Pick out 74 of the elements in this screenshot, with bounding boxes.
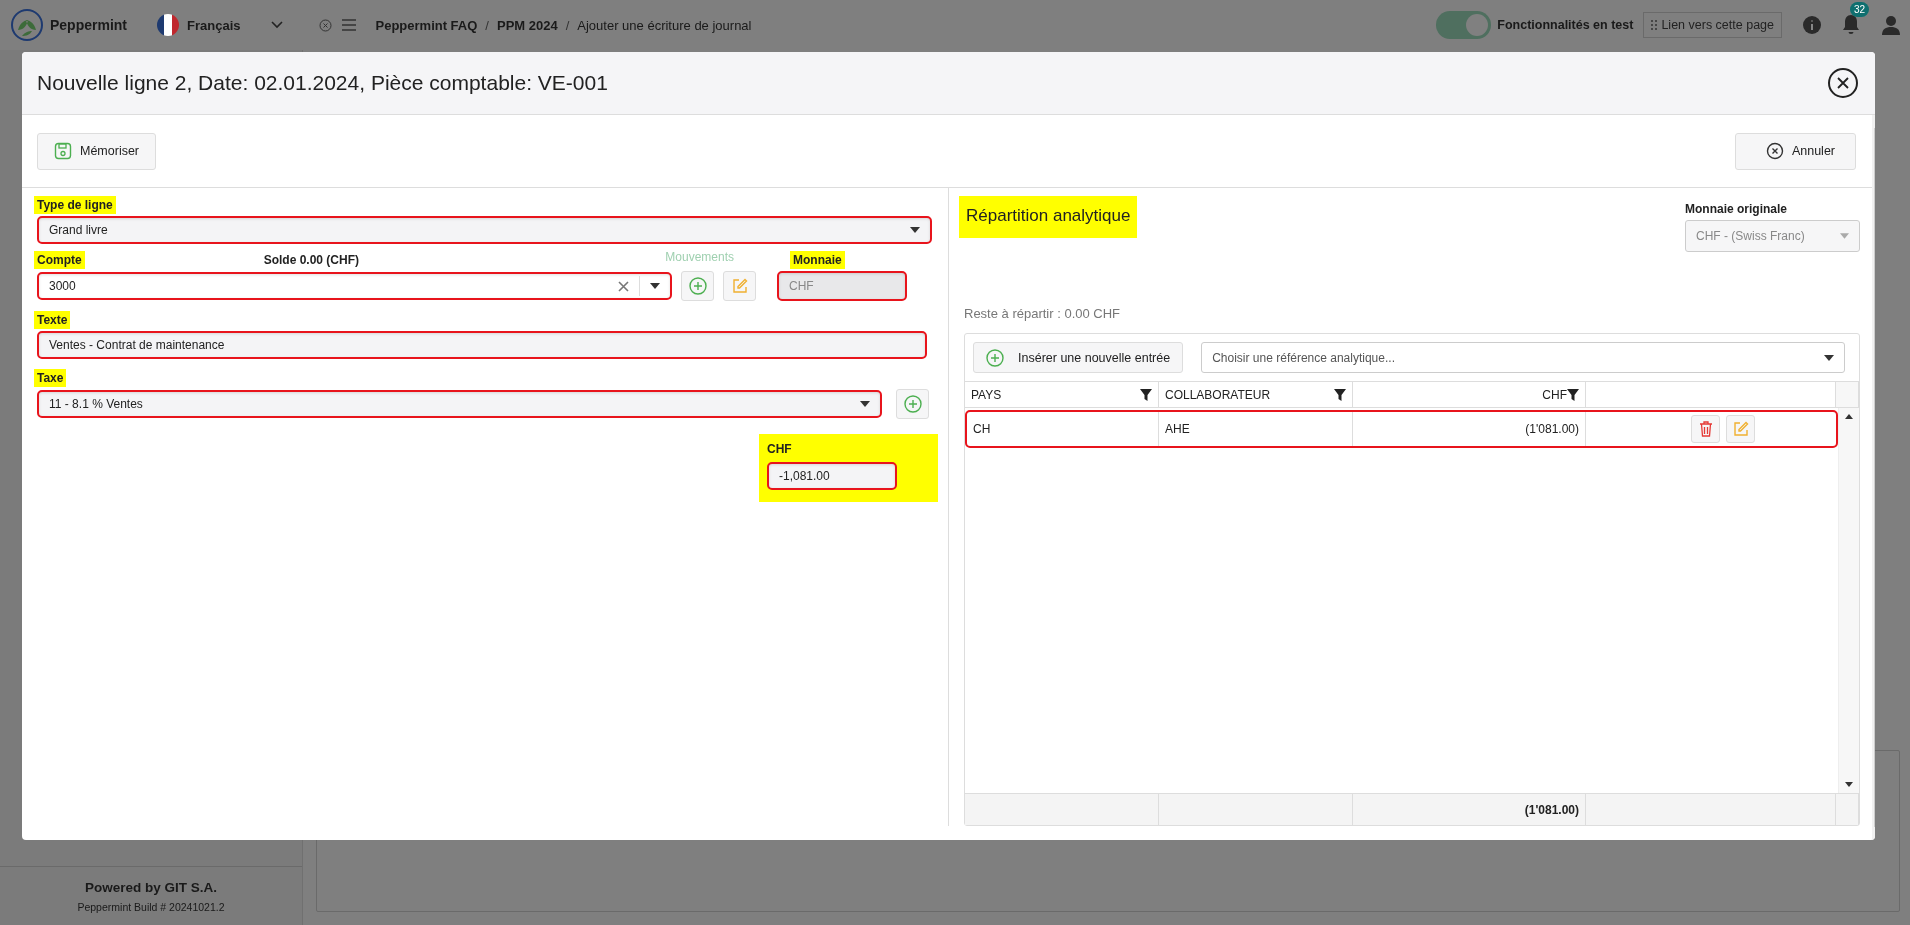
column-header[interactable]: CHF bbox=[1542, 387, 1567, 402]
amount-field[interactable]: -1,081.00 bbox=[767, 462, 897, 490]
column-header[interactable]: PAYS bbox=[971, 387, 1002, 402]
field-label: CHF bbox=[766, 441, 793, 458]
chevron-down-icon[interactable] bbox=[270, 21, 283, 29]
save-button[interactable]: Mémoriser bbox=[37, 132, 157, 170]
app-name: Peppermint bbox=[50, 17, 127, 33]
user-icon[interactable] bbox=[1882, 15, 1900, 35]
language-selector[interactable]: Français bbox=[187, 17, 241, 33]
plus-icon bbox=[903, 395, 922, 413]
breadcrumb-separator: / bbox=[485, 17, 489, 33]
notification-badge: 32 bbox=[1850, 1, 1870, 17]
toggle-switch[interactable] bbox=[1436, 11, 1492, 39]
toggle-label: Fonctionnalités en test bbox=[1497, 18, 1634, 32]
cancel-button[interactable]: Annuler bbox=[1734, 132, 1856, 170]
breadcrumb-link[interactable]: Ajouter une écriture de journal bbox=[577, 17, 752, 33]
caret-icon bbox=[860, 401, 870, 407]
dialog-title: Nouvelle ligne 2, Date: 02.01.2024, Pièce comptable: VE-001 bbox=[37, 71, 608, 95]
powered-by-text: Powered by GIT S.A. bbox=[85, 879, 217, 895]
total-cell: (1'081.00) bbox=[1353, 793, 1586, 825]
breadcrumb-separator: / bbox=[565, 17, 570, 33]
close-icon bbox=[1837, 77, 1849, 89]
caret-icon bbox=[650, 283, 660, 289]
field-label: Compte bbox=[34, 251, 85, 269]
table-cell: (1'081.00) bbox=[1353, 412, 1586, 446]
plus-icon bbox=[986, 348, 1004, 367]
balance-text: Solde 0.00 (CHF) bbox=[263, 253, 360, 269]
table-row[interactable]: CH AHE (1'081.00) bbox=[965, 410, 1838, 448]
caret-icon bbox=[1840, 233, 1849, 239]
save-icon bbox=[54, 142, 72, 160]
column-header[interactable]: COLLABORATEUR bbox=[1165, 387, 1271, 402]
field-label: Taxe bbox=[34, 369, 67, 387]
field-label: Type de ligne bbox=[34, 196, 116, 214]
text-field[interactable]: Ventes - Contrat de maintenance bbox=[37, 331, 927, 359]
select-field[interactable]: Grand livre bbox=[37, 216, 932, 244]
filter-icon[interactable] bbox=[1334, 388, 1346, 401]
filter-icon[interactable] bbox=[1140, 388, 1152, 401]
trash-icon bbox=[1698, 421, 1713, 437]
breadcrumb-link[interactable]: PPM 2024 bbox=[497, 17, 558, 33]
french-flag-icon[interactable] bbox=[157, 14, 179, 36]
close-circle-icon[interactable] bbox=[318, 18, 332, 32]
info-icon[interactable] bbox=[1802, 15, 1822, 35]
scroll-up-icon[interactable] bbox=[1845, 414, 1853, 419]
caret-icon bbox=[1824, 354, 1834, 361]
remaining-text: Reste à répartir : 0.00 CHF bbox=[964, 306, 1122, 321]
plus-icon bbox=[688, 277, 707, 295]
filter-icon[interactable] bbox=[1567, 388, 1579, 401]
add-button[interactable] bbox=[896, 389, 929, 419]
table-cell: AHE bbox=[1159, 412, 1353, 446]
insert-entry-button[interactable]: Insérer une nouvelle entrée bbox=[973, 342, 1184, 373]
cancel-icon bbox=[1765, 142, 1784, 160]
add-button[interactable] bbox=[681, 271, 714, 301]
table-cell: CH bbox=[967, 412, 1159, 446]
leaf-logo-icon[interactable] bbox=[10, 8, 44, 42]
field-label: Monnaie bbox=[790, 251, 845, 269]
menu-icon[interactable] bbox=[341, 19, 356, 31]
scroll-down-icon[interactable] bbox=[1845, 782, 1853, 787]
page-link-button[interactable]: Lien vers cette page bbox=[1643, 12, 1782, 38]
field-label: Monnaie originale bbox=[1684, 201, 1788, 218]
drag-dots-icon bbox=[1651, 20, 1658, 30]
reference-select[interactable]: Choisir une référence analytique... bbox=[1201, 342, 1845, 373]
select-field[interactable]: 11 - 8.1 % Ventes bbox=[37, 390, 882, 418]
clear-icon[interactable] bbox=[618, 280, 629, 292]
delete-button[interactable] bbox=[1691, 415, 1720, 443]
close-button[interactable] bbox=[1828, 68, 1858, 98]
account-combo-field[interactable]: 3000 bbox=[37, 272, 672, 300]
section-title: Répartition analytique bbox=[959, 196, 1138, 238]
edit-icon bbox=[1732, 421, 1749, 437]
field-label: Texte bbox=[34, 311, 71, 329]
breadcrumb-link[interactable]: Peppermint FAQ bbox=[375, 17, 478, 33]
bell-icon[interactable] bbox=[1842, 13, 1860, 34]
caret-icon bbox=[910, 227, 920, 233]
edit-icon bbox=[731, 278, 748, 294]
build-number: Peppermint Build # 20241021.2 bbox=[77, 900, 225, 913]
